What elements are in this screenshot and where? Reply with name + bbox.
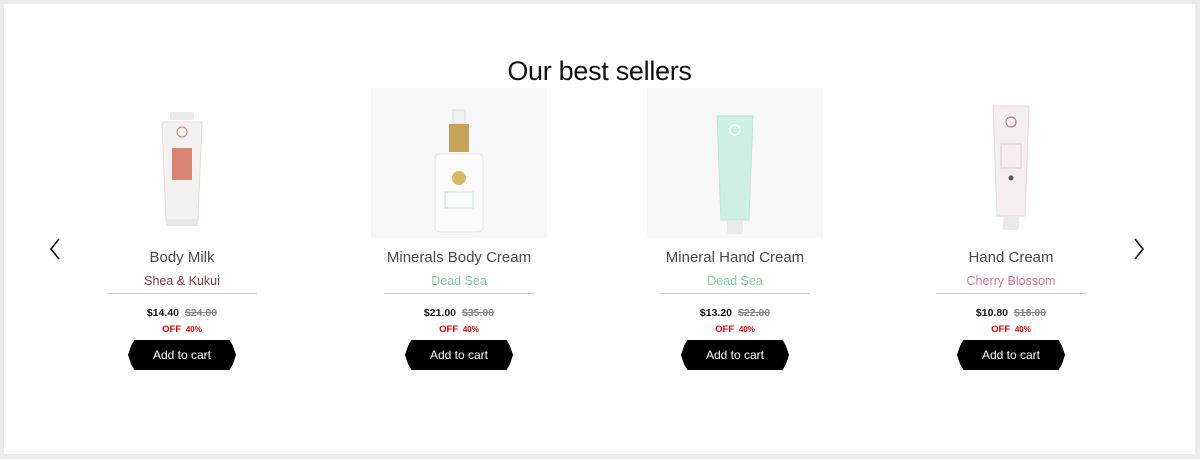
product-variant: Dead Sea	[707, 274, 763, 288]
product-card: Body Milk Shea & Kukui $14.40 $24.00 OFF…	[94, 88, 270, 378]
hand-cream-pink-tube-image	[992, 105, 1030, 230]
discount-badge: OFF 40%	[647, 324, 823, 335]
discount-percent: 40%	[738, 325, 755, 334]
discount-label: OFF	[991, 324, 1011, 335]
product-image[interactable]	[371, 88, 547, 238]
product-card: Hand Cream Cherry Blossom $10.80 $18.00 …	[923, 88, 1099, 378]
product-image[interactable]	[94, 88, 270, 238]
discount-label: OFF	[439, 324, 459, 335]
divider	[384, 293, 534, 294]
product-name[interactable]: Hand Cream	[923, 249, 1099, 266]
product-image[interactable]	[647, 88, 823, 238]
best-sellers-section: Our best sellers Body Milk Shea & Kukui …	[4, 4, 1195, 454]
body-milk-tube-image	[161, 112, 203, 226]
divider	[107, 293, 257, 294]
product-name[interactable]: Mineral Hand Cream	[647, 249, 823, 266]
discount-label: OFF	[715, 324, 735, 335]
discount-percent: 40%	[1014, 325, 1031, 334]
discount-label: OFF	[162, 324, 182, 335]
current-price: $13.20	[699, 307, 733, 319]
current-price: $14.40	[146, 307, 180, 319]
product-name[interactable]: Body Milk	[94, 249, 270, 266]
price-group: $21.00 $35.00	[371, 307, 547, 319]
section-title: Our best sellers	[507, 56, 692, 86]
current-price: $10.80	[975, 307, 1009, 319]
original-price: $35.00	[461, 307, 495, 319]
hand-cream-mint-tube-image	[716, 115, 754, 234]
chevron-left-icon	[49, 238, 60, 260]
carousel-prev-button[interactable]	[43, 236, 67, 262]
product-variant: Dead Sea	[431, 274, 487, 288]
divider	[660, 293, 810, 294]
product-card: Minerals Body Cream Dead Sea $21.00 $35.…	[371, 88, 547, 378]
divider	[936, 293, 1086, 294]
current-price: $21.00	[423, 307, 457, 319]
original-price: $18.00	[1013, 307, 1047, 319]
add-to-cart-button[interactable]: Add to cart	[681, 340, 789, 370]
product-card: Mineral Hand Cream Dead Sea $13.20 $22.0…	[647, 88, 823, 378]
discount-percent: 40%	[185, 325, 202, 334]
add-to-cart-button[interactable]: Add to cart	[957, 340, 1065, 370]
add-to-cart-button[interactable]: Add to cart	[128, 340, 236, 370]
discount-badge: OFF 40%	[94, 324, 270, 335]
add-to-cart-button[interactable]: Add to cart	[405, 340, 513, 370]
price-group: $13.20 $22.00	[647, 307, 823, 319]
product-variant: Shea & Kukui	[144, 274, 220, 288]
original-price: $24.00	[184, 307, 218, 319]
product-image[interactable]	[923, 88, 1099, 238]
carousel-next-button[interactable]	[1127, 236, 1151, 262]
original-price: $22.00	[737, 307, 771, 319]
chevron-right-icon	[1134, 238, 1145, 260]
price-group: $14.40 $24.00	[94, 307, 270, 319]
product-name[interactable]: Minerals Body Cream	[371, 249, 547, 266]
price-group: $10.80 $18.00	[923, 307, 1099, 319]
discount-percent: 40%	[462, 325, 479, 334]
discount-badge: OFF 40%	[923, 324, 1099, 335]
product-variant: Cherry Blossom	[966, 274, 1056, 288]
body-cream-bottle-image	[434, 109, 484, 233]
discount-badge: OFF 40%	[371, 324, 547, 335]
